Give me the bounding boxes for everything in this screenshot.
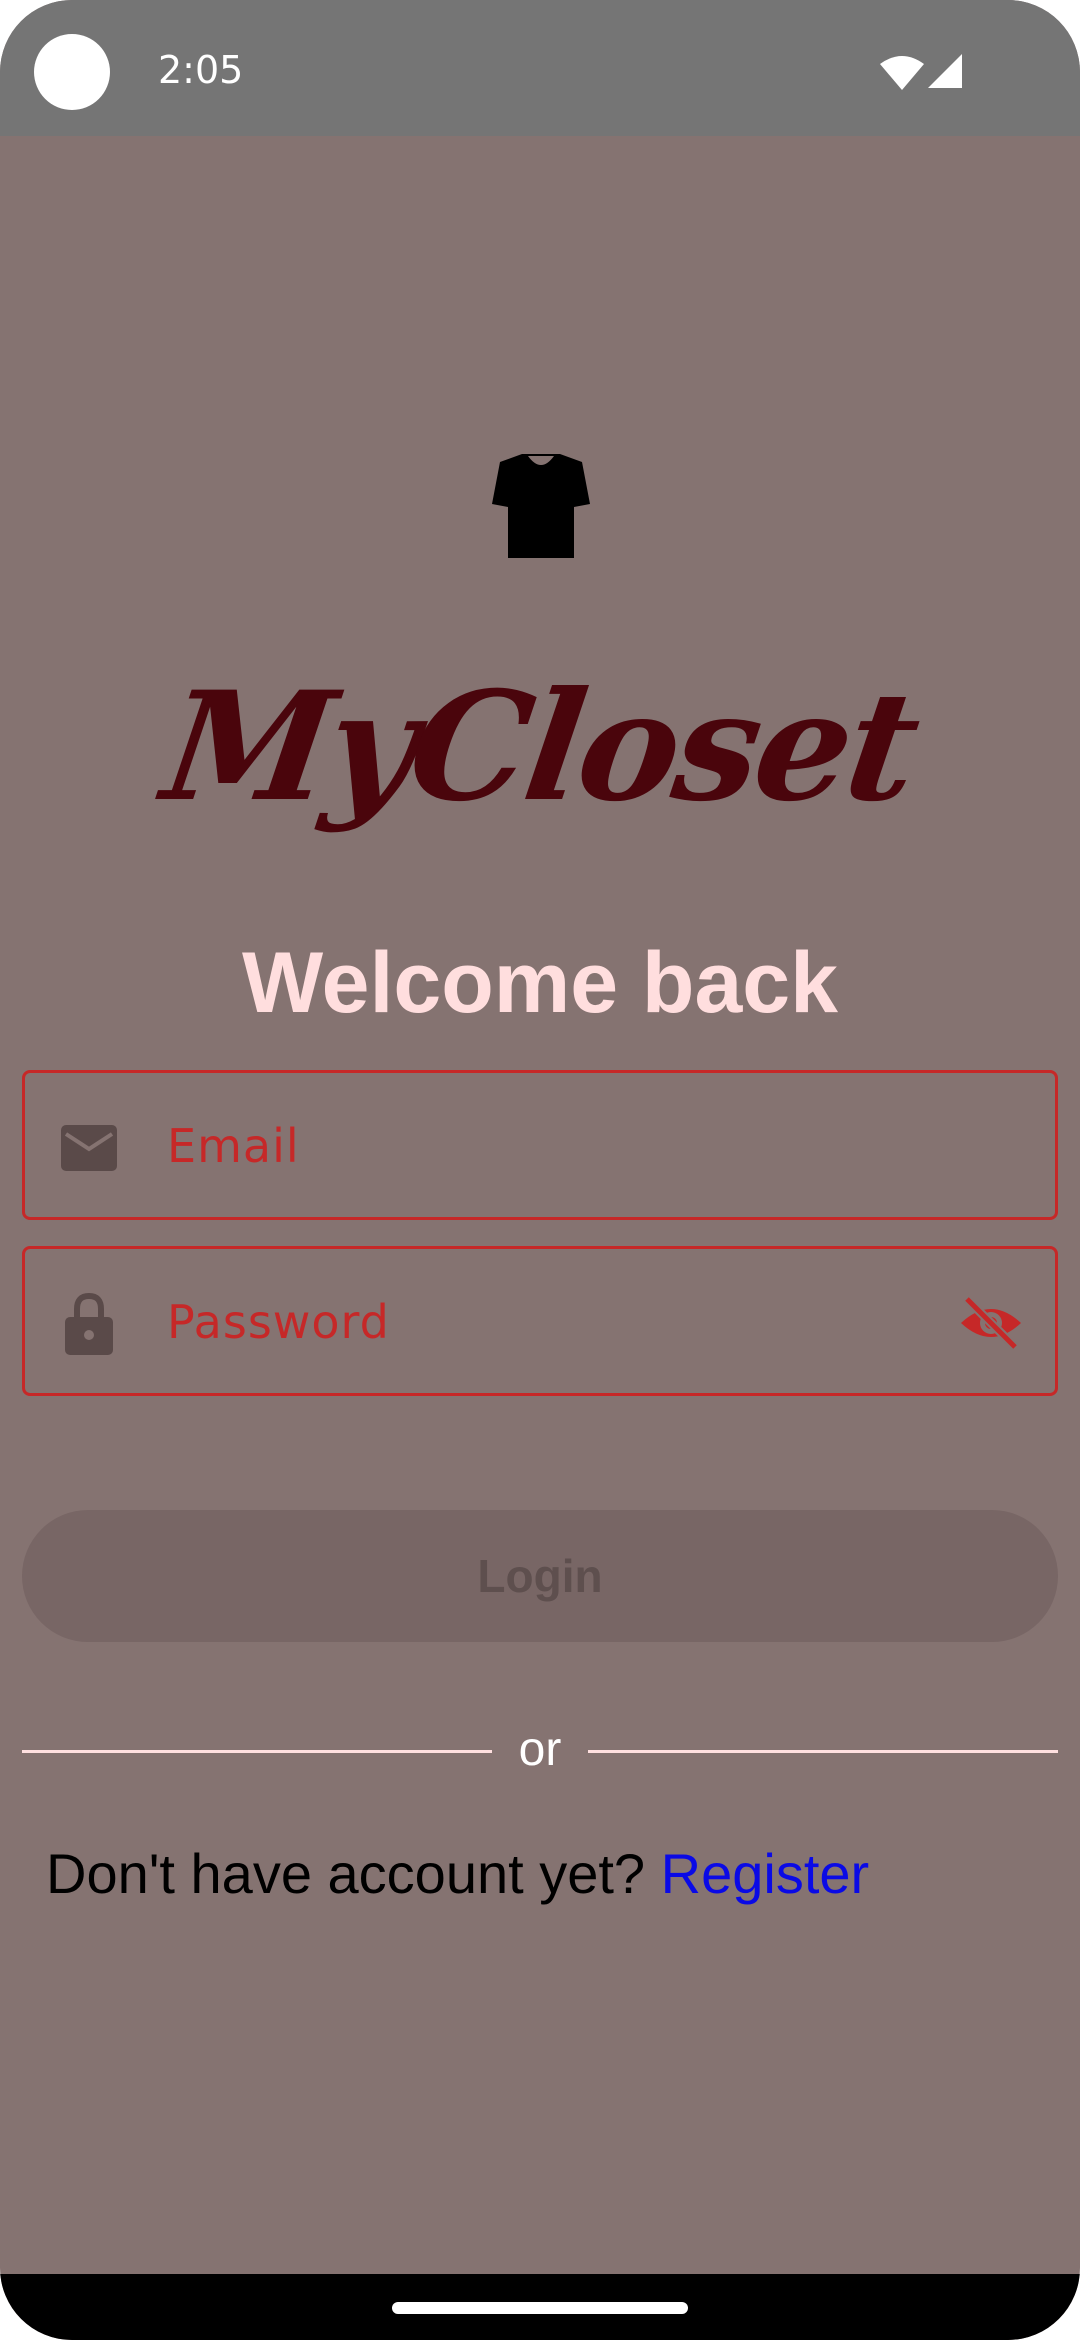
status-clock: 2:05 [158,48,244,92]
register-link[interactable]: Register [661,1842,870,1905]
app-logo: MyCloset [154,659,926,835]
signal-icon [928,54,962,88]
camera-cutout [34,34,110,110]
divider-line-right [588,1750,1058,1753]
login-button[interactable]: Login [22,1510,1058,1642]
register-prompt: Don't have account yet? [46,1842,661,1905]
password-field[interactable] [22,1246,1058,1396]
mail-icon [61,1125,117,1171]
tshirt-icon [492,454,590,558]
email-input[interactable] [165,1073,949,1219]
lock-icon [65,1293,113,1355]
app-screen: 2:05 MyCloset Welcome back Email Login o… [0,0,1080,2340]
divider-text: or [518,1723,562,1776]
eye-off-icon[interactable] [959,1295,1023,1351]
email-field[interactable] [22,1070,1058,1220]
wifi-icon [880,56,924,90]
welcome-heading: Welcome back [242,935,838,1031]
register-row: Don't have account yet? Register [46,1846,869,1902]
status-bar: 2:05 [0,0,1080,136]
divider-line-left [22,1750,492,1753]
password-input[interactable] [165,1249,949,1395]
home-gesture-handle[interactable] [392,2302,688,2314]
